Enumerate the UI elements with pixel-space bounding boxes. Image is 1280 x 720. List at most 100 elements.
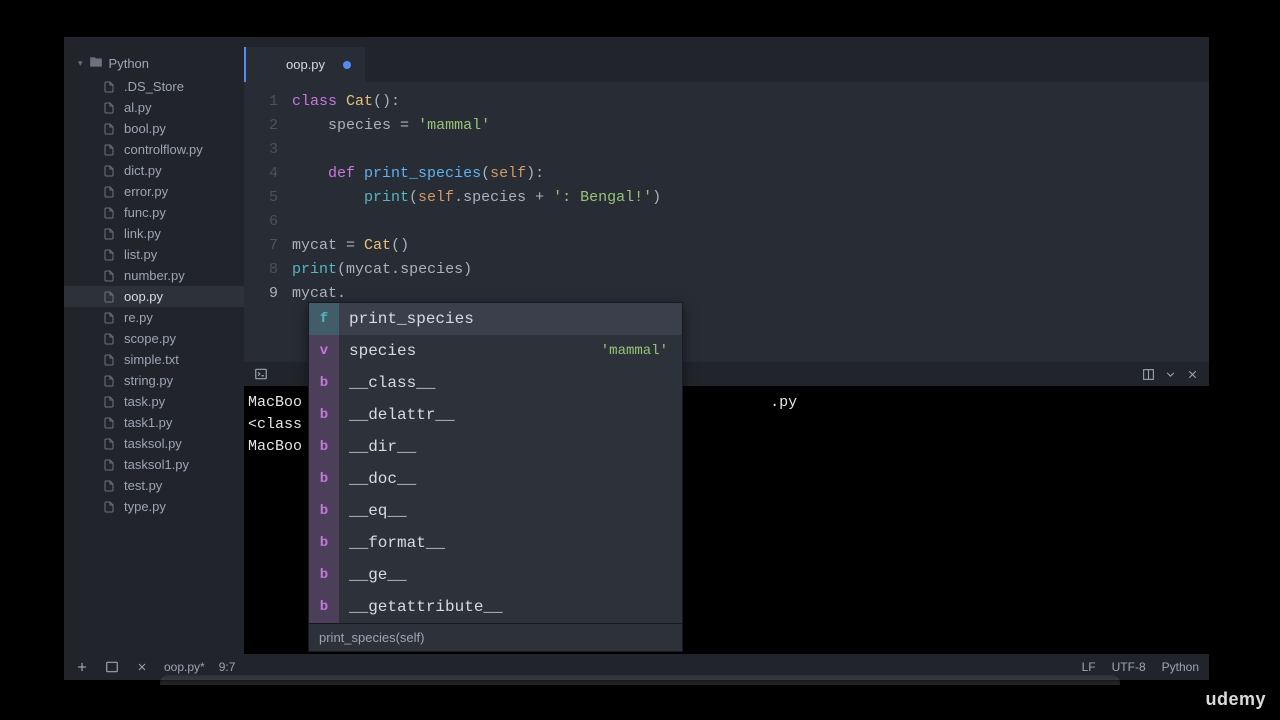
file-item[interactable]: link.py xyxy=(64,223,244,244)
file-name: func.py xyxy=(124,205,166,220)
file-item[interactable]: task1.py xyxy=(64,412,244,433)
file-item[interactable]: tasksol.py xyxy=(64,433,244,454)
file-item[interactable]: list.py xyxy=(64,244,244,265)
completion-kind-icon: b xyxy=(309,399,339,431)
file-icon xyxy=(102,437,116,451)
udemy-watermark: udemy xyxy=(1205,689,1266,710)
completion-label: __dir__ xyxy=(339,438,668,456)
file-item[interactable]: bool.py xyxy=(64,118,244,139)
file-item[interactable]: number.py xyxy=(64,265,244,286)
editor-pane: oop.py 123456789 class Cat(): species = … xyxy=(244,47,1209,654)
file-item[interactable]: re.py xyxy=(64,307,244,328)
terminal-icon xyxy=(252,365,270,383)
file-icon xyxy=(102,332,116,346)
autocomplete-item[interactable]: b__getattribute__ xyxy=(309,591,682,623)
completion-kind-icon: b xyxy=(309,463,339,495)
file-item[interactable]: simple.txt xyxy=(64,349,244,370)
file-name: simple.txt xyxy=(124,352,179,367)
autocomplete-item[interactable]: b__delattr__ xyxy=(309,399,682,431)
autocomplete-popup[interactable]: fprint_speciesvspecies'mammal'b__class__… xyxy=(308,302,683,652)
completion-kind-icon: b xyxy=(309,559,339,591)
completion-kind-icon: b xyxy=(309,367,339,399)
autocomplete-item[interactable]: b__class__ xyxy=(309,367,682,399)
file-item[interactable]: type.py xyxy=(64,496,244,517)
autocomplete-item[interactable]: b__ge__ xyxy=(309,559,682,591)
tab-oop[interactable]: oop.py xyxy=(244,47,365,82)
file-icon xyxy=(102,374,116,388)
panel-split-icon[interactable] xyxy=(1139,365,1157,383)
file-tree-sidebar[interactable]: ▾ Python .DS_Store al.py bool.py controlflo… xyxy=(64,47,244,654)
file-icon xyxy=(102,500,116,514)
status-language[interactable]: Python xyxy=(1162,660,1199,674)
completion-label: __delattr__ xyxy=(339,406,668,424)
file-icon xyxy=(102,227,116,241)
file-icon xyxy=(102,269,116,283)
file-item[interactable]: al.py xyxy=(64,97,244,118)
tab-bar[interactable]: oop.py xyxy=(244,47,1209,82)
code-editor[interactable]: 123456789 class Cat(): species = 'mammal… xyxy=(244,82,1209,654)
file-name: test.py xyxy=(124,478,162,493)
modified-dot-icon xyxy=(343,61,351,69)
file-icon xyxy=(102,248,116,262)
completion-kind-icon: b xyxy=(309,431,339,463)
file-item[interactable]: string.py xyxy=(64,370,244,391)
completion-label: __doc__ xyxy=(339,470,668,488)
autocomplete-item[interactable]: b__format__ xyxy=(309,527,682,559)
file-name: oop.py xyxy=(124,289,163,304)
file-icon xyxy=(102,122,116,136)
file-name: number.py xyxy=(124,268,185,283)
file-item[interactable]: tasksol1.py xyxy=(64,454,244,475)
file-item[interactable]: error.py xyxy=(64,181,244,202)
window-topbar xyxy=(64,37,1209,47)
file-name: task.py xyxy=(124,394,165,409)
file-name: type.py xyxy=(124,499,166,514)
autocomplete-item[interactable]: b__doc__ xyxy=(309,463,682,495)
status-filename[interactable]: oop.py* xyxy=(164,660,205,674)
file-icon xyxy=(102,395,116,409)
file-item[interactable]: controlflow.py xyxy=(64,139,244,160)
add-icon[interactable] xyxy=(74,659,90,675)
completion-label: __getattribute__ xyxy=(339,598,668,616)
file-item[interactable]: func.py xyxy=(64,202,244,223)
folder-name: Python xyxy=(109,56,149,71)
status-cursor[interactable]: 9:7 xyxy=(219,660,236,674)
file-icon xyxy=(102,164,116,178)
completion-kind-icon: b xyxy=(309,527,339,559)
file-item[interactable]: task.py xyxy=(64,391,244,412)
tab-title: oop.py xyxy=(286,57,325,72)
macos-dock xyxy=(160,675,1120,685)
file-item[interactable]: oop.py xyxy=(64,286,244,307)
file-name: bool.py xyxy=(124,121,166,136)
file-item[interactable]: test.py xyxy=(64,475,244,496)
file-icon xyxy=(102,206,116,220)
completion-label: species xyxy=(339,342,601,360)
completion-kind-icon: b xyxy=(309,495,339,527)
close-icon[interactable] xyxy=(134,659,150,675)
status-line-ending[interactable]: LF xyxy=(1082,660,1096,674)
completion-kind-icon: v xyxy=(309,335,339,367)
close-icon[interactable] xyxy=(1183,365,1201,383)
file-name: dict.py xyxy=(124,163,162,178)
status-charset[interactable]: UTF-8 xyxy=(1112,660,1146,674)
file-name: tasksol.py xyxy=(124,436,182,451)
file-item[interactable]: dict.py xyxy=(64,160,244,181)
completion-kind-icon: f xyxy=(309,303,339,335)
file-name: al.py xyxy=(124,100,151,115)
file-icon xyxy=(102,416,116,430)
file-icon xyxy=(102,185,116,199)
file-item[interactable]: .DS_Store xyxy=(64,76,244,97)
file-item[interactable]: scope.py xyxy=(64,328,244,349)
autocomplete-item[interactable]: fprint_species xyxy=(309,303,682,335)
completion-label: __format__ xyxy=(339,534,668,552)
autocomplete-item[interactable]: vspecies'mammal' xyxy=(309,335,682,367)
file-name: re.py xyxy=(124,310,153,325)
folder-row[interactable]: ▾ Python xyxy=(64,51,244,76)
file-name: link.py xyxy=(124,226,161,241)
file-name: string.py xyxy=(124,373,173,388)
chevron-down-icon[interactable] xyxy=(1161,365,1179,383)
file-icon xyxy=(102,101,116,115)
autocomplete-item[interactable]: b__eq__ xyxy=(309,495,682,527)
autocomplete-item[interactable]: b__dir__ xyxy=(309,431,682,463)
terminal-toggle-icon[interactable] xyxy=(104,659,120,675)
file-icon xyxy=(102,479,116,493)
